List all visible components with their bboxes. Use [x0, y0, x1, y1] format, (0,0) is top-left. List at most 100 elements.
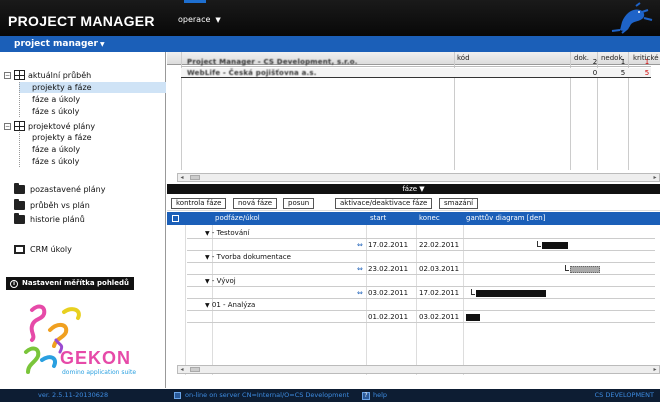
expand-triangle-icon[interactable]: ▼: [205, 254, 210, 261]
folder-icon: [14, 199, 25, 210]
chevron-down-icon: ▼: [215, 16, 221, 24]
end-date: 22.02.2011: [419, 241, 460, 249]
grid-icon: [14, 121, 25, 131]
horizontal-scrollbar[interactable]: ◂ ▸: [177, 173, 660, 182]
tree-item-faze-s-ukoly-plan[interactable]: fáze s úkoly: [19, 156, 166, 167]
tree-item-projekty-a-faze[interactable]: projekty a fáze: [19, 82, 166, 93]
scroll-right-icon[interactable]: ▸: [651, 366, 659, 373]
kriticke-count: 1: [644, 58, 650, 66]
move-arrows-icon[interactable]: ⇔: [357, 240, 363, 251]
company-name: CS DEVELOPMENT: [594, 391, 654, 399]
tree-item-faze-a-ukoly[interactable]: fáze a úkoly: [19, 94, 166, 105]
faze-toolbar: kontrola fáze nová fáze posun aktivace/d…: [167, 195, 660, 211]
table-row[interactable]: WebLife - Česká pojišťovna a.s. 0 5 5: [181, 68, 651, 78]
move-arrows-icon[interactable]: ⇔: [357, 288, 363, 299]
faze-section-bar[interactable]: fáze ▼: [167, 184, 660, 194]
tree-node-projektove-plany[interactable]: − projektové plány: [4, 121, 95, 131]
app-window: PROJECT MANAGER operace ▼ project manager…: [0, 0, 660, 402]
gantt-bar[interactable]: [466, 314, 480, 321]
nedok-count: 5: [620, 69, 626, 77]
phase-name: - Vývoj: [211, 277, 236, 285]
chevron-down-icon: ▼: [419, 185, 425, 193]
info-icon: i: [10, 280, 18, 288]
folder-icon: [14, 213, 25, 224]
move-arrows-icon[interactable]: ⇔: [357, 264, 363, 275]
project-name: Project Manager - CS Development, s.r.o.: [187, 58, 358, 66]
phase-group-row[interactable]: ▼ - Testování: [187, 228, 655, 239]
gantt-bar[interactable]: [570, 266, 600, 273]
version-text: ver. 2.5.11-20130628: [38, 391, 109, 399]
col-gantt[interactable]: ganttův diagram [den]: [466, 214, 545, 222]
scroll-right-icon[interactable]: ▸: [651, 174, 659, 181]
end-date: 03.02.2011: [419, 313, 460, 321]
expand-triangle-icon[interactable]: ▼: [205, 230, 210, 237]
start-date: 17.02.2011: [368, 241, 409, 249]
gantt-bar[interactable]: [542, 242, 568, 249]
gantt-bar[interactable]: [476, 290, 546, 297]
collapse-icon[interactable]: −: [4, 122, 11, 130]
top-bar: PROJECT MANAGER operace ▼: [0, 0, 660, 36]
folder-historie-planu[interactable]: historie plánů: [14, 213, 85, 224]
smazani-button[interactable]: smazání: [439, 198, 479, 209]
col-konec[interactable]: konec: [419, 214, 440, 222]
left-navigation-panel: − aktuální průběh projekty a fáze fáze a…: [0, 52, 166, 388]
help-icon[interactable]: ?: [362, 392, 370, 400]
logo-name: GEKON: [60, 348, 132, 368]
kontrola-faze-button[interactable]: kontrola fáze: [171, 198, 227, 209]
project-name: WebLife - Česká pojišťovna a.s.: [187, 69, 317, 77]
column-divider: [185, 225, 186, 375]
scroll-left-icon[interactable]: ◂: [178, 174, 186, 181]
task-row[interactable]: ⇔ 03.02.2011 17.02.2011: [187, 288, 655, 299]
col-podfaze-ukol[interactable]: podfáze/úkol: [215, 214, 260, 222]
end-date: 17.02.2011: [419, 289, 460, 297]
tree-item-projekty-a-faze-plan[interactable]: projekty a fáze: [19, 132, 166, 143]
help-link[interactable]: help: [373, 389, 387, 402]
expand-triangle-icon[interactable]: ▼: [205, 302, 210, 309]
logo-tagline: domino application suite: [62, 369, 137, 376]
scroll-left-icon[interactable]: ◂: [178, 366, 186, 373]
phase-group-row[interactable]: ▼ - Tvorba dokumentace: [187, 252, 655, 263]
phases-grid: podfáze/úkol start konec ganttův diagram…: [167, 212, 660, 375]
server-status-icon: [174, 392, 181, 399]
nova-faze-button[interactable]: nová fáze: [233, 198, 278, 209]
collapse-icon[interactable]: −: [4, 71, 11, 79]
tree-item-faze-s-ukoly[interactable]: fáze s úkoly: [19, 106, 166, 117]
phases-grid-header: podfáze/úkol start konec ganttův diagram…: [167, 212, 660, 225]
settings-header[interactable]: i Nastavení měřítka pohledů: [6, 277, 134, 290]
select-all-checkbox[interactable]: [172, 215, 179, 222]
nedok-count: 1: [620, 58, 626, 66]
gekon-logo: GEKON domino application suite: [20, 300, 148, 386]
task-row[interactable]: ⇔ 17.02.2011 22.02.2011: [187, 240, 655, 251]
aktivace-deaktivace-button[interactable]: aktivace/deaktivace fáze: [335, 198, 433, 209]
tree-item-faze-a-ukoly-plan[interactable]: fáze a úkoly: [19, 144, 166, 155]
phase-name: 01 - Analýza: [211, 301, 256, 309]
app-title: PROJECT MANAGER: [8, 13, 155, 29]
phase-name: - Tvorba dokumentace: [211, 253, 291, 261]
tree-node-aktualni-prubeh[interactable]: − aktuální průběh: [4, 70, 91, 80]
expand-triangle-icon[interactable]: ▼: [205, 278, 210, 285]
project-manager-menu[interactable]: project manager ▼: [14, 39, 105, 49]
dok-count: 2: [592, 58, 598, 66]
table-row[interactable]: Project Manager - CS Development, s.r.o.…: [181, 57, 651, 67]
operace-menu[interactable]: operace ▼: [178, 0, 221, 24]
scrollbar-thumb[interactable]: [190, 367, 200, 372]
chevron-down-icon: ▼: [99, 41, 105, 48]
kriticke-count: 5: [644, 69, 650, 77]
col-start[interactable]: start: [370, 214, 386, 222]
task-row[interactable]: ⇔ 23.02.2011 02.03.2011: [187, 264, 655, 275]
horizontal-scrollbar[interactable]: ◂ ▸: [177, 365, 660, 374]
tree-node-label: aktuální průběh: [28, 70, 92, 80]
crm-ukoly-item[interactable]: CRM úkoly: [14, 245, 72, 254]
scrollbar-thumb[interactable]: [190, 175, 200, 180]
status-bar: ver. 2.5.11-20130628 on-line on server C…: [0, 389, 660, 402]
folder-pozastavene-plany[interactable]: pozastavené plány: [14, 183, 105, 194]
operace-label: operace: [178, 15, 211, 24]
dok-count: 0: [592, 69, 598, 77]
posun-button[interactable]: posun: [283, 198, 315, 209]
phase-group-row[interactable]: ▼ - Vývoj: [187, 276, 655, 287]
folder-icon: [14, 183, 25, 194]
phase-group-row[interactable]: ▼ 01 - Analýza: [187, 300, 655, 311]
task-row[interactable]: 01.02.2011 03.02.2011: [187, 312, 655, 323]
tree-node-label: projektové plány: [28, 121, 96, 131]
folder-prubeh-vs-plan[interactable]: průběh vs plán: [14, 199, 90, 210]
